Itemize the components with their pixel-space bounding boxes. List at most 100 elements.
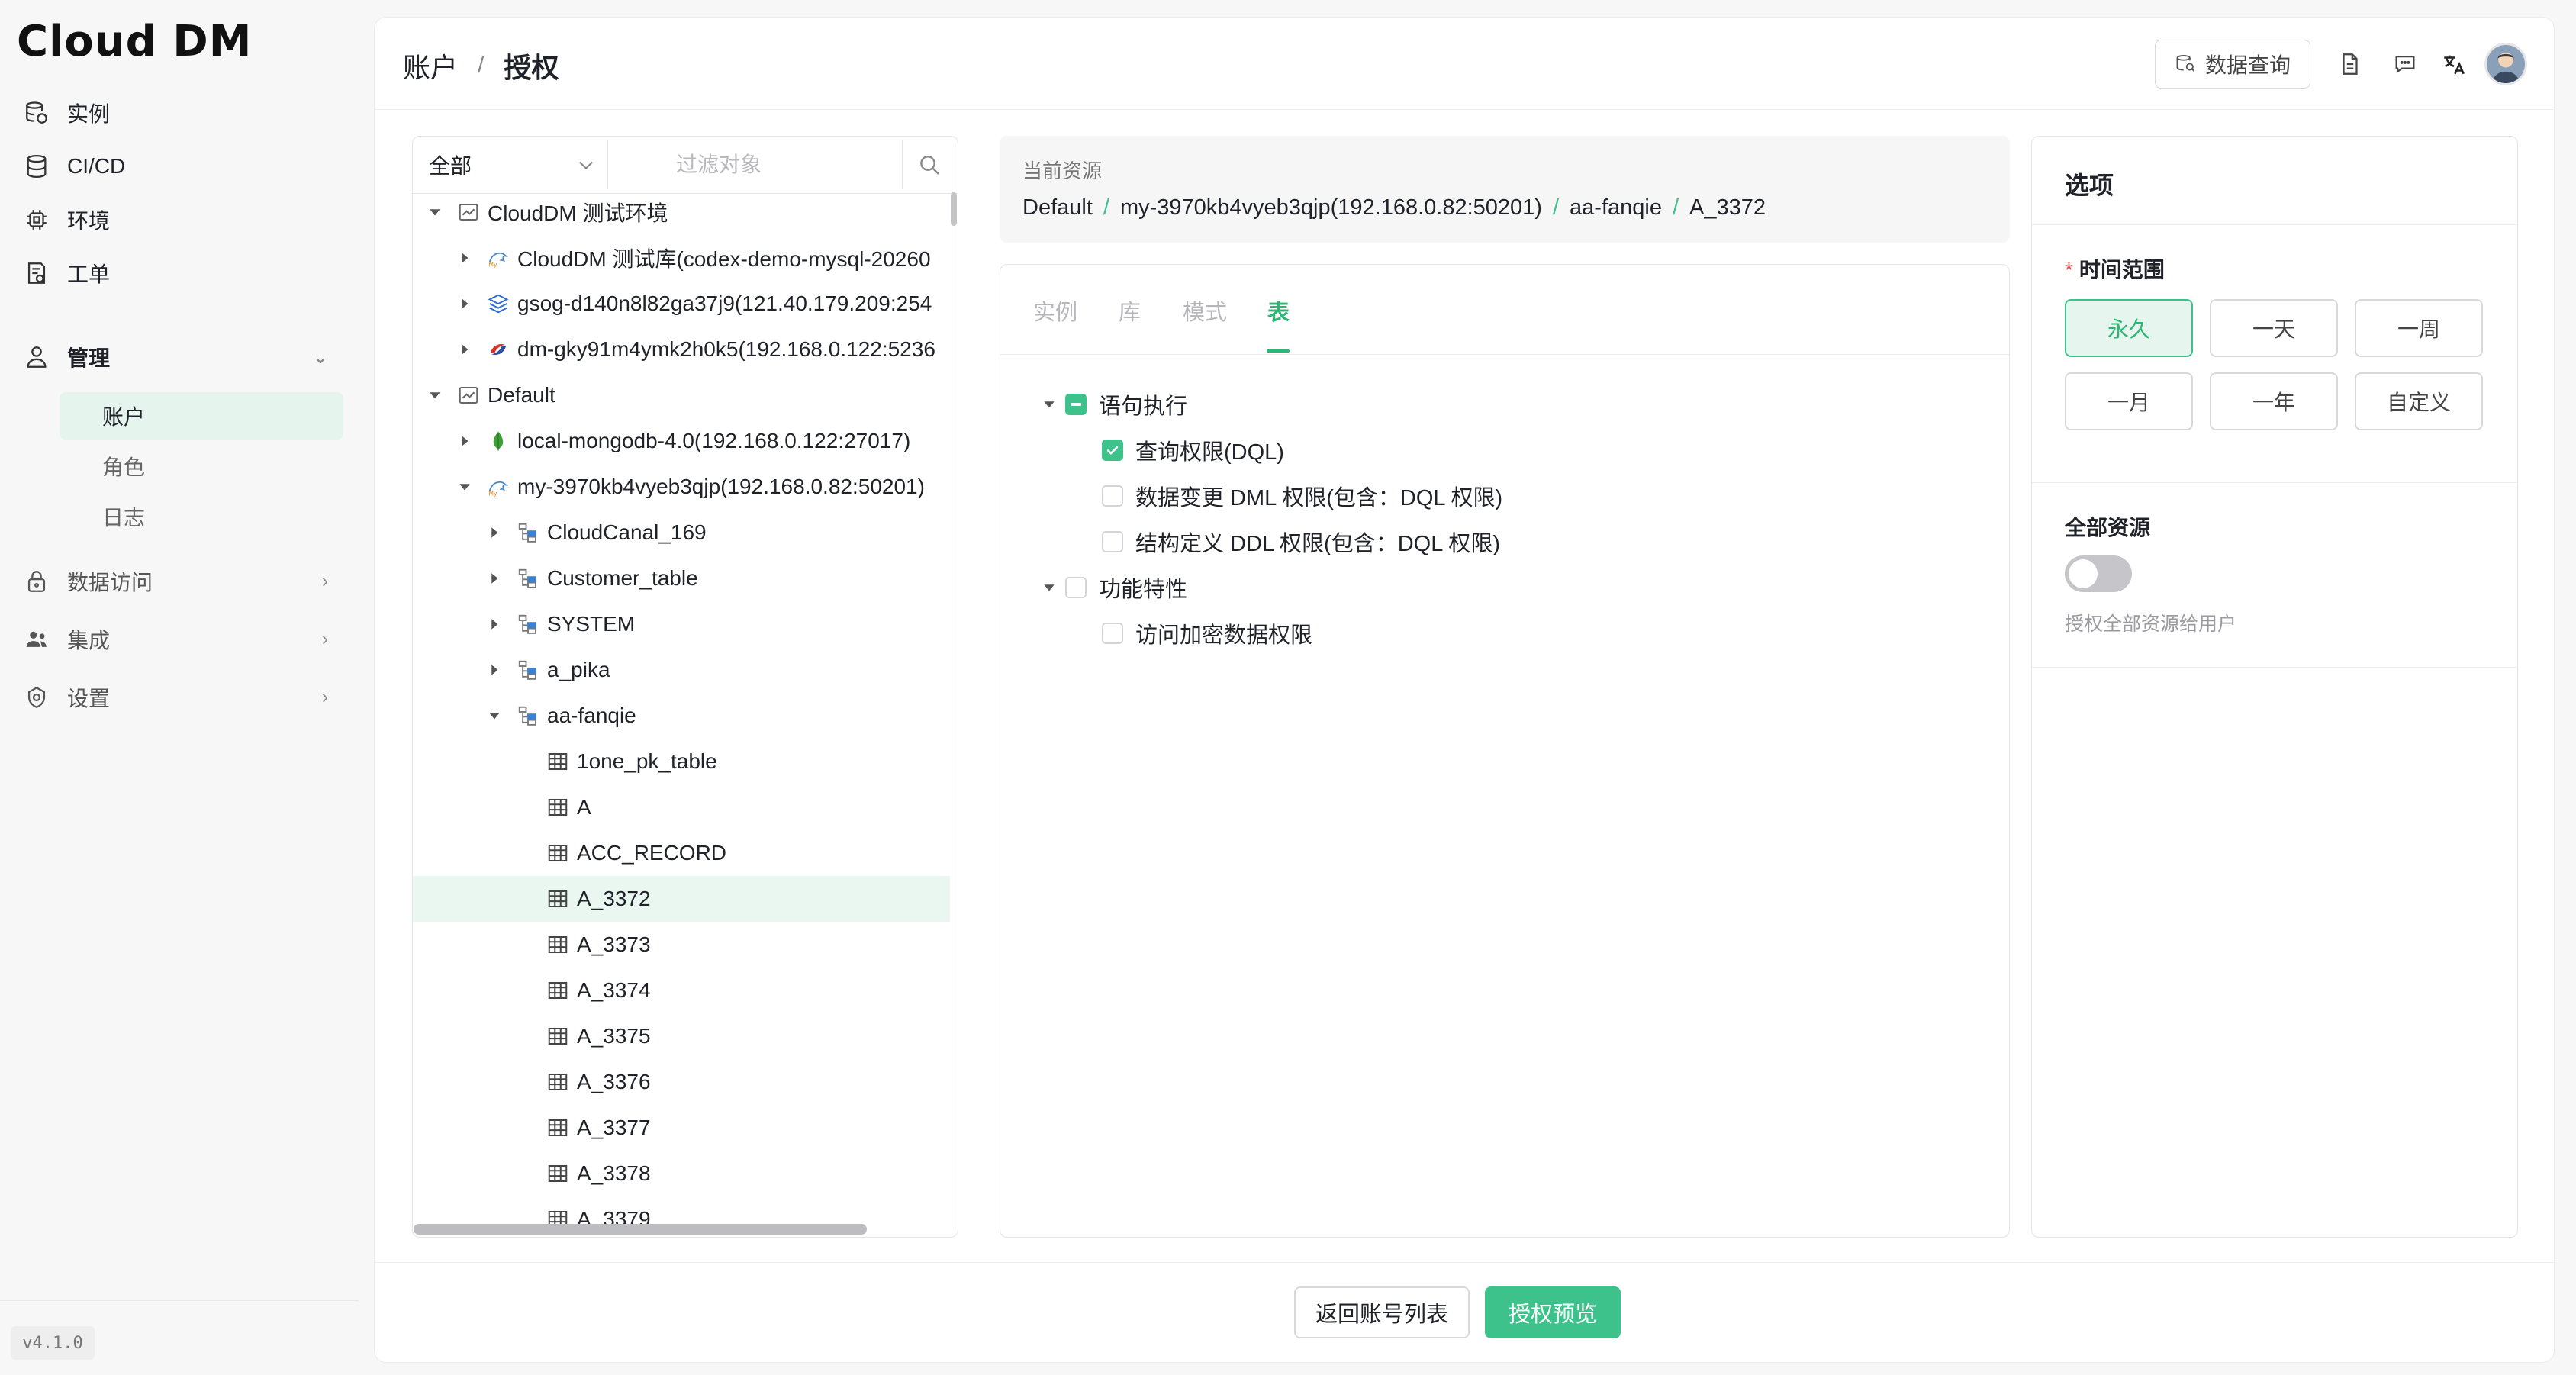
time-option-one-week[interactable]: 一周 <box>2355 299 2483 357</box>
tree-node[interactable]: 1one_pk_table <box>413 739 950 784</box>
sidebar-subitem-logs[interactable]: 日志 <box>60 493 343 540</box>
tree-node[interactable]: A_3373 <box>413 922 950 968</box>
lock-icon <box>23 568 50 595</box>
caret-right-icon <box>462 253 469 263</box>
back-to-accounts-button[interactable]: 返回账号列表 <box>1294 1286 1470 1338</box>
tree-node[interactable]: A_3374 <box>413 968 950 1013</box>
tree-node[interactable]: A_3375 <box>413 1013 950 1059</box>
check-icon <box>1106 446 1119 455</box>
expand-toggle[interactable] <box>427 204 443 221</box>
table-icon <box>546 933 569 956</box>
sidebar-item-environment[interactable]: 环境 <box>23 197 343 243</box>
sidebar-item-data-access[interactable]: 数据访问 › <box>23 559 343 604</box>
permission-checkbox[interactable] <box>1065 577 1087 598</box>
time-option-one-day[interactable]: 一天 <box>2210 299 2338 357</box>
current-resource-path: Default / my-3970kb4vyeb3qjp(192.168.0.8… <box>1022 195 1766 221</box>
breadcrumb-accounts[interactable]: 账户 <box>403 46 458 85</box>
sidebar-item-settings[interactable]: 设置 › <box>23 675 343 720</box>
authorize-preview-button[interactable]: 授权预览 <box>1485 1286 1621 1338</box>
caret-down-icon <box>1044 401 1055 408</box>
expand-toggle[interactable] <box>456 478 473 495</box>
sidebar-item-admin[interactable]: 管理 ⌄ <box>23 334 343 380</box>
tree-rows: CloudDM 测试环境 My CloudDM 测试库(codex-demo-mys… <box>413 189 950 1225</box>
tab-schema[interactable]: 模式 <box>1183 295 1227 327</box>
message-icon[interactable] <box>2390 49 2420 79</box>
expand-toggle[interactable] <box>456 295 473 312</box>
tree-node[interactable]: A_3377 <box>413 1105 950 1151</box>
all-resources-help: 授权全部资源给用户 <box>2065 613 2237 635</box>
expand-toggle[interactable] <box>486 662 503 678</box>
divider <box>2032 482 2517 483</box>
user-avatar[interactable] <box>2484 43 2527 85</box>
data-query-button[interactable]: 数据查询 <box>2155 40 2310 89</box>
expand-toggle[interactable] <box>456 433 473 449</box>
sidebar-item-tickets[interactable]: 工单 <box>23 250 343 296</box>
tree-node-label: CloudDM 测试环境 <box>488 201 668 225</box>
permission-item[interactable]: 访问加密数据权限 <box>1041 610 1956 656</box>
tree-node[interactable]: CloudDM 测试环境 <box>413 189 950 235</box>
tree-node[interactable]: gsog-d140n8l82ga37j9(121.40.179.209:254 <box>413 281 950 327</box>
tree-node[interactable]: A <box>413 784 950 830</box>
tree-node[interactable]: dm-gky91m4ymk2h0k5(192.168.0.122:5236 <box>413 327 950 372</box>
tree-node[interactable]: My my-3970kb4vyeb3qjp(192.168.0.82:50201) <box>413 464 950 510</box>
permission-item[interactable]: 功能特性 <box>1041 565 1956 610</box>
permission-checkbox[interactable] <box>1102 440 1123 461</box>
permission-item[interactable]: 数据变更 DML 权限(包含：DQL 权限) <box>1041 473 1956 519</box>
time-option-custom[interactable]: 自定义 <box>2355 372 2483 430</box>
permission-checkbox[interactable] <box>1102 485 1123 507</box>
tree-node-selected[interactable]: A_3372 <box>413 876 950 922</box>
permission-tree: 语句执行 查询权限(DQL) 数据变更 DML 权限(包含：DQL 权限) 结构定义 … <box>1041 382 1956 656</box>
expand-toggle[interactable] <box>1041 579 1058 596</box>
tree-node[interactable]: local-mongodb-4.0(192.168.0.122:27017) <box>413 418 950 464</box>
tree-node[interactable]: A_3379 <box>413 1196 950 1225</box>
chevron-right-icon: › <box>322 629 328 649</box>
all-resources-toggle[interactable] <box>2065 555 2132 592</box>
expand-toggle[interactable] <box>427 387 443 404</box>
expand-toggle[interactable] <box>486 707 503 724</box>
filter-object-input[interactable] <box>610 140 900 189</box>
tree-node[interactable]: A_3376 <box>413 1059 950 1105</box>
sidebar-subitem-accounts[interactable]: 账户 <box>60 392 343 440</box>
tree-node[interactable]: ACC_RECORD <box>413 830 950 876</box>
expand-toggle[interactable] <box>486 524 503 541</box>
expand-toggle[interactable] <box>456 250 473 266</box>
sidebar-subitem-roles[interactable]: 角色 <box>60 443 343 490</box>
time-option-forever[interactable]: 永久 <box>2065 299 2193 357</box>
search-button[interactable] <box>905 140 954 189</box>
tree-node[interactable]: My CloudDM 测试库(codex-demo-mysql-20260 <box>413 235 950 281</box>
tree-vertical-scrollbar[interactable] <box>951 192 957 226</box>
tree-node[interactable]: Default <box>413 372 950 418</box>
time-range-text: 时间范围 <box>2079 258 2165 282</box>
tree-node-label: A <box>577 795 591 819</box>
tab-table[interactable]: 表 <box>1267 295 1290 327</box>
tree-node[interactable]: Customer_table <box>413 555 950 601</box>
expand-toggle[interactable] <box>486 616 503 633</box>
time-option-one-year[interactable]: 一年 <box>2210 372 2338 430</box>
tree-node[interactable]: a_pika <box>413 647 950 693</box>
sidebar-item-cicd[interactable]: CI/CD <box>23 143 343 189</box>
tree-horizontal-scrollbar[interactable] <box>414 1224 867 1235</box>
translate-icon[interactable] <box>2439 49 2469 79</box>
permission-checkbox[interactable] <box>1102 623 1123 644</box>
permission-item[interactable]: 查询权限(DQL) <box>1041 427 1956 473</box>
sidebar-item-instances[interactable]: 实例 <box>23 90 343 136</box>
expand-toggle[interactable] <box>486 570 503 587</box>
tab-database[interactable]: 库 <box>1119 295 1141 327</box>
sidebar-item-integration[interactable]: 集成 › <box>23 617 343 662</box>
tree-node[interactable]: A_3378 <box>413 1151 950 1196</box>
divider <box>2032 667 2517 668</box>
expand-toggle[interactable] <box>1041 396 1058 413</box>
document-icon[interactable] <box>2335 49 2365 79</box>
tree-node[interactable]: aa-fanqie <box>413 693 950 739</box>
tree-node[interactable]: SYSTEM <box>413 601 950 647</box>
filter-type-select[interactable]: 全部 <box>418 140 607 189</box>
time-option-one-month[interactable]: 一月 <box>2065 372 2193 430</box>
table-icon <box>546 796 569 819</box>
tree-node[interactable]: CloudCanal_169 <box>413 510 950 555</box>
permission-item[interactable]: 结构定义 DDL 权限(包含：DQL 权限) <box>1041 519 1956 565</box>
permission-checkbox[interactable] <box>1102 531 1123 552</box>
permission-item[interactable]: 语句执行 <box>1041 382 1956 427</box>
tab-instance[interactable]: 实例 <box>1033 295 1077 327</box>
permission-checkbox[interactable] <box>1065 394 1087 415</box>
expand-toggle[interactable] <box>456 341 473 358</box>
